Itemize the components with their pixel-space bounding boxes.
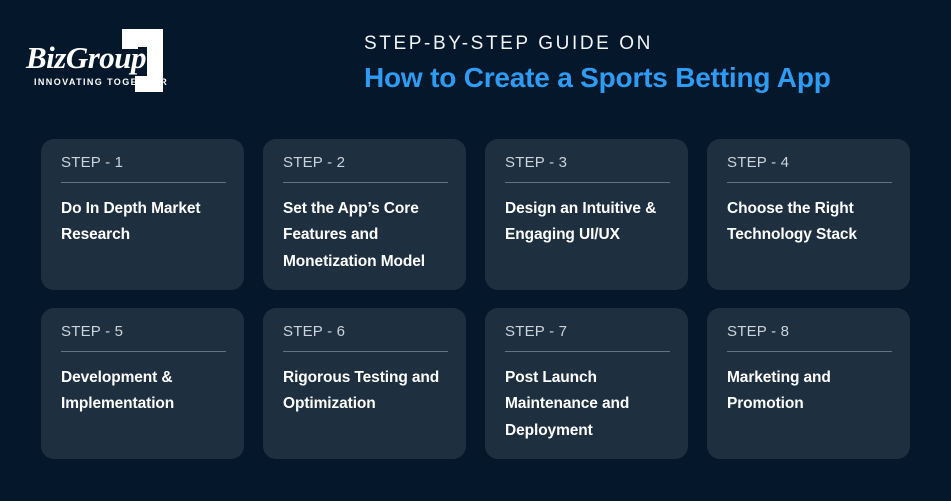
step-card-2: STEP - 2 Set the App’s Core Features and…	[263, 139, 466, 290]
step-divider	[283, 350, 448, 352]
step-label: STEP - 5	[61, 323, 124, 340]
step-title: Choose the Right Technology Stack	[727, 199, 857, 244]
step-card-8: STEP - 8 Marketing and Promotion	[707, 308, 910, 459]
infographic-header: BizGroup INNOVATING TOGETHER STEP-BY-STE…	[0, 0, 951, 125]
step-divider	[61, 181, 226, 183]
step-title: Post Launch Maintenance and Deployment	[505, 368, 630, 439]
step-label: STEP - 1	[61, 154, 124, 171]
step-label: STEP - 4	[727, 154, 790, 171]
step-divider	[283, 181, 448, 183]
step-label: STEP - 7	[505, 323, 568, 340]
step-label: STEP - 3	[505, 154, 568, 171]
step-title: Marketing and Promotion	[727, 368, 831, 413]
step-divider	[727, 181, 892, 183]
step-label: STEP - 2	[283, 154, 346, 171]
steps-grid: STEP - 1 Do In Depth Market Research STE…	[41, 139, 910, 459]
step-card-3: STEP - 3 Design an Intuitive & Engaging …	[485, 139, 688, 290]
page-title: How to Create a Sports Betting App	[364, 61, 831, 93]
title-block: STEP-BY-STEP GUIDE ON How to Create a Sp…	[364, 33, 924, 94]
brand-logo: BizGroup INNOVATING TOGETHER	[26, 27, 171, 93]
eyebrow-text: STEP-BY-STEP GUIDE ON	[364, 33, 653, 54]
step-card-7: STEP - 7 Post Launch Maintenance and Dep…	[485, 308, 688, 459]
step-card-4: STEP - 4 Choose the Right Technology Sta…	[707, 139, 910, 290]
step-card-6: STEP - 6 Rigorous Testing and Optimizati…	[263, 308, 466, 459]
step-card-1: STEP - 1 Do In Depth Market Research	[41, 139, 244, 290]
step-divider	[505, 181, 670, 183]
step-title: Design an Intuitive & Engaging UI/UX	[505, 199, 657, 244]
brand-tagline: INNOVATING TOGETHER	[34, 77, 169, 87]
step-title: Do In Depth Market Research	[61, 199, 201, 244]
brand-name: BizGroup	[26, 40, 147, 75]
step-divider	[61, 350, 226, 352]
step-title: Development & Implementation	[61, 368, 175, 413]
step-label: STEP - 8	[727, 323, 790, 340]
step-card-5: STEP - 5 Development & Implementation	[41, 308, 244, 459]
step-divider	[505, 350, 670, 352]
step-title: Set the App’s Core Features and Monetiza…	[283, 199, 425, 270]
step-label: STEP - 6	[283, 323, 346, 340]
step-divider	[727, 350, 892, 352]
step-title: Rigorous Testing and Optimization	[283, 368, 440, 413]
